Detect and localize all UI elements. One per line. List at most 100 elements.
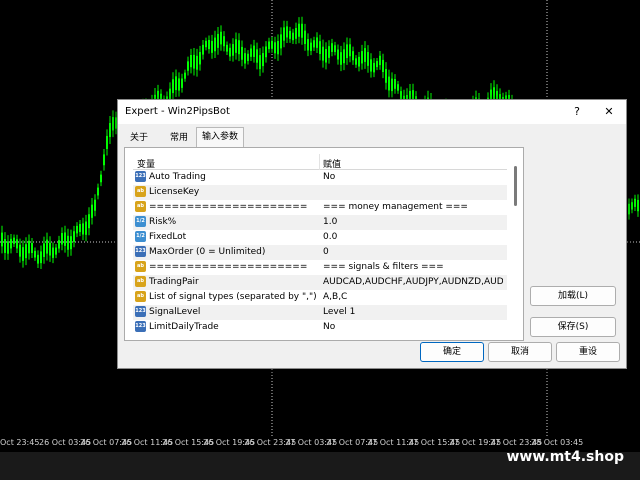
candle-body [238, 40, 240, 55]
param-value[interactable]: === signals & filters === [323, 262, 503, 272]
candle-body [67, 235, 69, 250]
candle-body [631, 202, 633, 210]
param-value[interactable]: No [323, 172, 503, 182]
candle-body [10, 238, 12, 249]
candle-body [100, 174, 102, 183]
param-row[interactable]: ab ===================== === money managem… [133, 200, 507, 215]
param-row[interactable]: ab TradingPair AUDCAD,AUDCHF,AUDJPY,AUDNZD… [133, 275, 507, 290]
candle-body [385, 69, 387, 83]
param-value[interactable]: 0.0 [323, 232, 503, 242]
candle-body [268, 41, 270, 50]
candle-body [256, 49, 258, 63]
candle-body [292, 32, 294, 41]
param-row[interactable]: ab ===================== === signals & fil… [133, 260, 507, 275]
tab-common[interactable]: 常用 [162, 129, 196, 147]
inputs-panel: 变量 赋值 123 Auto Trading No ab LicenseKey ab ===… [124, 147, 524, 341]
candle-body [61, 233, 63, 245]
candle-body [307, 39, 309, 51]
candle-body [4, 239, 6, 253]
candle-body [13, 237, 15, 244]
load-button[interactable]: 加载(L) [530, 286, 616, 306]
candle-body [280, 34, 282, 49]
candle-body [277, 41, 279, 55]
candle-body [343, 49, 345, 64]
param-value[interactable]: === money management === [323, 202, 503, 212]
b123-type-icon: 123 [135, 306, 146, 317]
candle-body [349, 44, 351, 57]
candle-body [325, 49, 327, 63]
candle-body [310, 42, 312, 51]
ab-type-icon: ab [135, 201, 146, 212]
param-value[interactable]: 1.0 [323, 217, 503, 227]
param-row[interactable]: ab LicenseKey [133, 185, 507, 200]
param-value[interactable]: Level 1 [323, 307, 503, 317]
candle-body [88, 214, 90, 229]
scrollbar-thumb[interactable] [514, 166, 517, 206]
vertical-scrollbar[interactable] [513, 154, 519, 338]
b123-type-icon: 123 [135, 321, 146, 332]
candle-body [103, 154, 105, 166]
expert-dialog: Expert - Win2PipsBot ? ✕ 关于 常用 输入参数 变量 赋… [117, 99, 627, 369]
candle-body [187, 61, 189, 71]
candle-body [295, 28, 297, 39]
candle-body [235, 39, 237, 53]
candle-body [55, 247, 57, 255]
candle-body [31, 243, 33, 254]
candle-body [253, 45, 255, 57]
reset-button[interactable]: 重设 [556, 342, 620, 362]
candle-body [289, 30, 291, 39]
candle-body [259, 55, 261, 70]
dialog-titlebar[interactable]: Expert - Win2PipsBot ? ✕ [118, 100, 626, 124]
candle-body [337, 49, 339, 60]
save-button[interactable]: 保存(S) [530, 317, 616, 337]
column-separator[interactable] [319, 154, 320, 170]
param-value[interactable]: A,B,C [323, 292, 503, 302]
candle-body [40, 251, 42, 264]
candle-body [193, 54, 195, 69]
ab-type-icon: ab [135, 276, 146, 287]
param-value[interactable]: No [323, 322, 503, 332]
candle-body [370, 59, 372, 72]
candle-body [181, 78, 183, 88]
param-row[interactable]: 1/2 FixedLot 0.0 [133, 230, 507, 245]
param-name: MaxOrder (0 = Unlimited) [149, 247, 266, 257]
tab-inputs[interactable]: 输入参数 [196, 127, 244, 148]
candle-body [217, 33, 219, 48]
param-name: LimitDailyTrade [149, 322, 219, 332]
param-value[interactable]: AUDCAD,AUDCHF,AUDJPY,AUDNZD,AUD... [323, 277, 503, 287]
header-value[interactable]: 赋值 [323, 157, 341, 170]
candle-body [352, 51, 354, 61]
param-name: Auto Trading [149, 172, 206, 182]
candle-body [112, 117, 114, 131]
param-row[interactable]: 1/2 Risk% 1.0 [133, 215, 507, 230]
candle-body [1, 232, 3, 247]
header-variable[interactable]: 变量 [137, 157, 155, 170]
candle-body [379, 55, 381, 66]
candle-body [46, 239, 48, 254]
b12-type-icon: 1/2 [135, 231, 146, 242]
candle-body [211, 40, 213, 53]
param-row[interactable]: 123 Auto Trading No [133, 170, 507, 185]
candle-body [367, 52, 369, 66]
param-row[interactable]: 123 LimitDailyTrade No [133, 320, 507, 335]
ok-button[interactable]: 确定 [420, 342, 484, 362]
param-row[interactable]: 123 MaxOrder (0 = Unlimited) 0 [133, 245, 507, 260]
param-name: FixedLot [149, 232, 187, 242]
candle-body [328, 46, 330, 58]
candle-body [76, 225, 78, 234]
candle-body [346, 44, 348, 59]
candle-body [319, 41, 321, 55]
candle-body [340, 52, 342, 65]
candle-body [79, 224, 81, 233]
candle-body [97, 187, 99, 196]
cancel-button[interactable]: 取消 [488, 342, 552, 362]
candle-body [262, 53, 264, 67]
param-row[interactable]: 123 SignalLevel Level 1 [133, 305, 507, 320]
candle-body [376, 61, 378, 68]
param-value[interactable]: 0 [323, 247, 503, 257]
help-button[interactable]: ? [564, 102, 590, 122]
param-row[interactable]: ab List of signal types (separated by ","… [133, 290, 507, 305]
candle-body [358, 56, 360, 67]
close-button[interactable]: ✕ [596, 102, 622, 122]
tab-about[interactable]: 关于 [124, 129, 154, 147]
